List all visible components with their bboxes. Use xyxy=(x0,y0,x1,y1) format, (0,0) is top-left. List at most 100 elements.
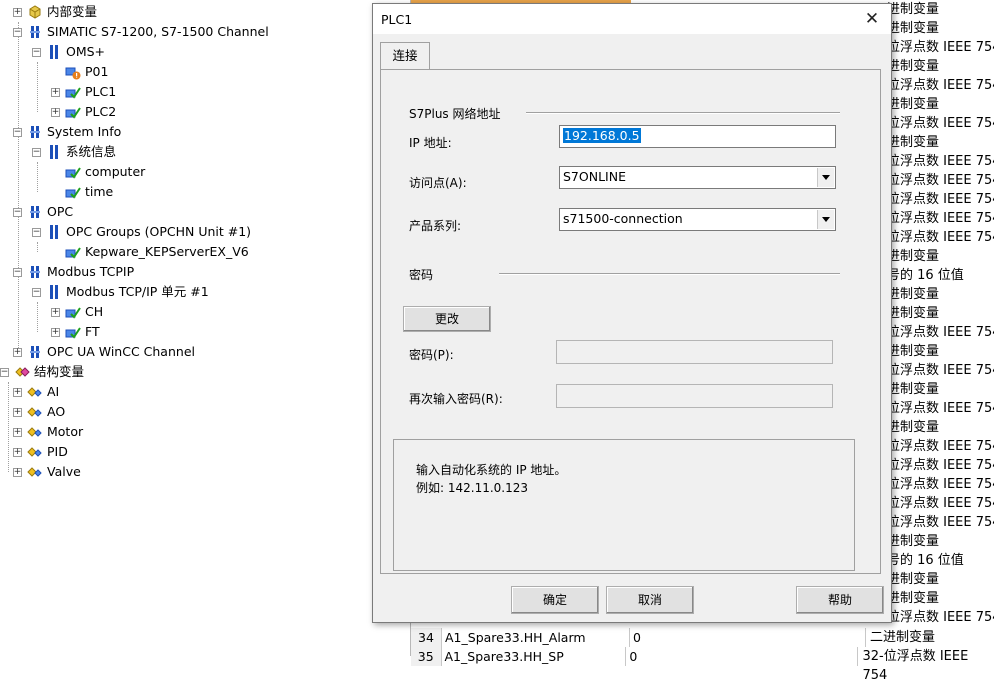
product-family-select[interactable]: s71500-connection xyxy=(559,208,836,231)
collapse-icon[interactable]: − xyxy=(13,207,22,217)
tree-item[interactable]: + 内部变量 xyxy=(13,2,97,22)
data-type-cell[interactable]: 位浮点数 IEEE 754 xyxy=(887,152,994,171)
tree-item[interactable]: + AI xyxy=(13,382,59,402)
password-confirm-field[interactable] xyxy=(556,384,833,408)
data-type-cell[interactable]: 进制变量 xyxy=(887,380,939,399)
tree-item[interactable]: + PLC2 xyxy=(51,102,116,122)
tree-item[interactable]: computer xyxy=(51,162,145,182)
data-type-cell[interactable]: 进制变量 xyxy=(887,532,939,551)
tree-item[interactable]: − 系统信息 xyxy=(32,142,116,162)
data-type-cell[interactable]: 位浮点数 IEEE 754 xyxy=(887,399,994,418)
data-type-cell[interactable]: 进制变量 xyxy=(887,95,939,114)
expand-icon[interactable]: + xyxy=(51,307,60,317)
data-type-cell[interactable]: 进制变量 xyxy=(887,247,939,266)
data-type-cell[interactable]: 位浮点数 IEEE 754 xyxy=(887,456,994,475)
data-type-cell[interactable]: 进制变量 xyxy=(887,19,939,38)
cancel-button[interactable]: 取消 xyxy=(606,586,694,614)
tag-value-cell[interactable]: 0 xyxy=(626,647,859,666)
tree-item-label: Motor xyxy=(47,424,84,439)
data-type-cell[interactable]: 位浮点数 IEEE 754 xyxy=(887,171,994,190)
expand-icon[interactable]: + xyxy=(13,407,22,417)
data-type-cell[interactable]: 位浮点数 IEEE 754 xyxy=(887,608,994,627)
help-button[interactable]: 帮助 xyxy=(796,586,884,614)
data-type-cell[interactable]: 号的 16 位值 xyxy=(887,266,964,285)
tag-value-cell[interactable]: 0 xyxy=(630,628,866,647)
tree-item[interactable]: − OPC xyxy=(13,202,73,222)
collapse-icon[interactable]: − xyxy=(13,27,22,37)
collapse-icon[interactable]: − xyxy=(13,267,22,277)
collapse-icon[interactable]: − xyxy=(32,227,41,237)
tree-item[interactable]: − 结构变量 xyxy=(0,362,84,382)
tab-connection[interactable]: 连接 xyxy=(380,42,430,70)
data-type-cell[interactable]: 进制变量 xyxy=(887,570,939,589)
data-type-cell[interactable]: 进制变量 xyxy=(887,57,939,76)
chevron-down-icon[interactable] xyxy=(817,210,834,229)
data-type-cell[interactable]: 位浮点数 IEEE 754 xyxy=(887,437,994,456)
ok-button[interactable]: 确定 xyxy=(511,586,599,614)
collapse-icon[interactable]: − xyxy=(0,367,9,377)
data-type-cell[interactable]: 位浮点数 IEEE 754 xyxy=(887,114,994,133)
tree-item[interactable]: + PID xyxy=(13,442,68,462)
expand-icon[interactable]: + xyxy=(13,7,22,17)
collapse-icon[interactable]: − xyxy=(32,147,41,157)
data-type-cell[interactable]: 进制变量 xyxy=(887,589,939,608)
tree-item[interactable]: time xyxy=(51,182,113,202)
tree-item[interactable]: + CH xyxy=(51,302,103,322)
tag-name-cell[interactable]: A1_Spare33.HH_SP xyxy=(442,647,627,666)
data-type-cell[interactable]: 位浮点数 IEEE 754 xyxy=(887,190,994,209)
expand-icon[interactable]: + xyxy=(13,467,22,477)
tree-item[interactable]: − SIMATIC S7-1200, S7-1500 Channel xyxy=(13,22,269,42)
ip-address-input[interactable]: 192.168.0.5 xyxy=(559,125,836,148)
expand-icon[interactable]: + xyxy=(13,387,22,397)
password-field[interactable] xyxy=(556,340,833,364)
data-type-cell[interactable]: 位浮点数 IEEE 754 xyxy=(887,361,994,380)
tree-item[interactable]: P01 xyxy=(51,62,108,82)
data-type-cell[interactable]: 位浮点数 IEEE 754 xyxy=(887,38,994,57)
expand-icon[interactable]: + xyxy=(13,447,22,457)
data-type-cell[interactable]: 号的 16 位值 xyxy=(887,551,964,570)
data-type-cell[interactable]: 进制变量 xyxy=(887,133,939,152)
tree-item[interactable]: + AO xyxy=(13,402,65,422)
tree-item[interactable]: − OMS+ xyxy=(32,42,105,62)
expand-icon[interactable]: + xyxy=(13,347,22,357)
tree-item[interactable]: + OPC UA WinCC Channel xyxy=(13,342,195,362)
data-type-cell[interactable]: 位浮点数 IEEE 754 xyxy=(887,323,994,342)
tree-item[interactable]: Kepware_KEPServerEX_V6 xyxy=(51,242,249,262)
table-row[interactable]: 34 A1_Spare33.HH_Alarm 0 二进制变量 xyxy=(411,628,994,647)
tree-item[interactable]: + Valve xyxy=(13,462,81,482)
tree-item[interactable]: − Modbus TCPIP xyxy=(13,262,134,282)
data-type-cell[interactable]: 进制变量 xyxy=(887,304,939,323)
close-icon[interactable]: ✕ xyxy=(861,8,883,30)
data-type-cell[interactable]: 进制变量 xyxy=(887,418,939,437)
tree-item[interactable]: − OPC Groups (OPCHN Unit #1) xyxy=(32,222,251,242)
data-type-cell[interactable]: 进制变量 xyxy=(887,0,939,19)
expand-icon[interactable]: + xyxy=(51,107,60,117)
data-type-cell[interactable]: 32-位浮点数 IEEE 754 xyxy=(858,647,994,683)
tree-item[interactable]: + Motor xyxy=(13,422,83,442)
table-row[interactable]: 35 A1_Spare33.HH_SP 0 32-位浮点数 IEEE 754 xyxy=(411,647,994,683)
collapse-icon[interactable]: − xyxy=(13,127,22,137)
data-type-cell[interactable]: 进制变量 xyxy=(887,342,939,361)
data-type-cell[interactable]: 二进制变量 xyxy=(866,628,935,647)
change-password-button[interactable]: 更改 xyxy=(403,306,491,332)
data-type-cell[interactable]: 位浮点数 IEEE 754 xyxy=(887,228,994,247)
collapse-icon[interactable]: − xyxy=(32,287,41,297)
data-type-cell[interactable]: 位浮点数 IEEE 754 xyxy=(887,475,994,494)
data-type-cell[interactable]: 位浮点数 IEEE 754 xyxy=(887,494,994,513)
chevron-down-icon[interactable] xyxy=(817,168,834,187)
data-type-cell[interactable]: 进制变量 xyxy=(887,285,939,304)
data-type-cell[interactable]: 位浮点数 IEEE 754 xyxy=(887,209,994,228)
tree-item[interactable]: + PLC1 xyxy=(51,82,116,102)
dialog-titlebar[interactable]: PLC1 ✕ xyxy=(373,4,891,34)
tree-item[interactable]: + FT xyxy=(51,322,100,342)
expand-icon[interactable]: + xyxy=(51,327,60,337)
expand-icon[interactable]: + xyxy=(13,427,22,437)
tree-item[interactable]: − Modbus TCP/IP 单元 #1 xyxy=(32,282,209,302)
collapse-icon[interactable]: − xyxy=(32,47,41,57)
data-type-cell[interactable]: 位浮点数 IEEE 754 xyxy=(887,513,994,532)
data-type-cell[interactable]: 位浮点数 IEEE 754 xyxy=(887,76,994,95)
expand-icon[interactable]: + xyxy=(51,87,60,97)
tree-item[interactable]: − System Info xyxy=(13,122,121,142)
access-point-select[interactable]: S7ONLINE xyxy=(559,166,836,189)
tag-name-cell[interactable]: A1_Spare33.HH_Alarm xyxy=(442,628,630,647)
